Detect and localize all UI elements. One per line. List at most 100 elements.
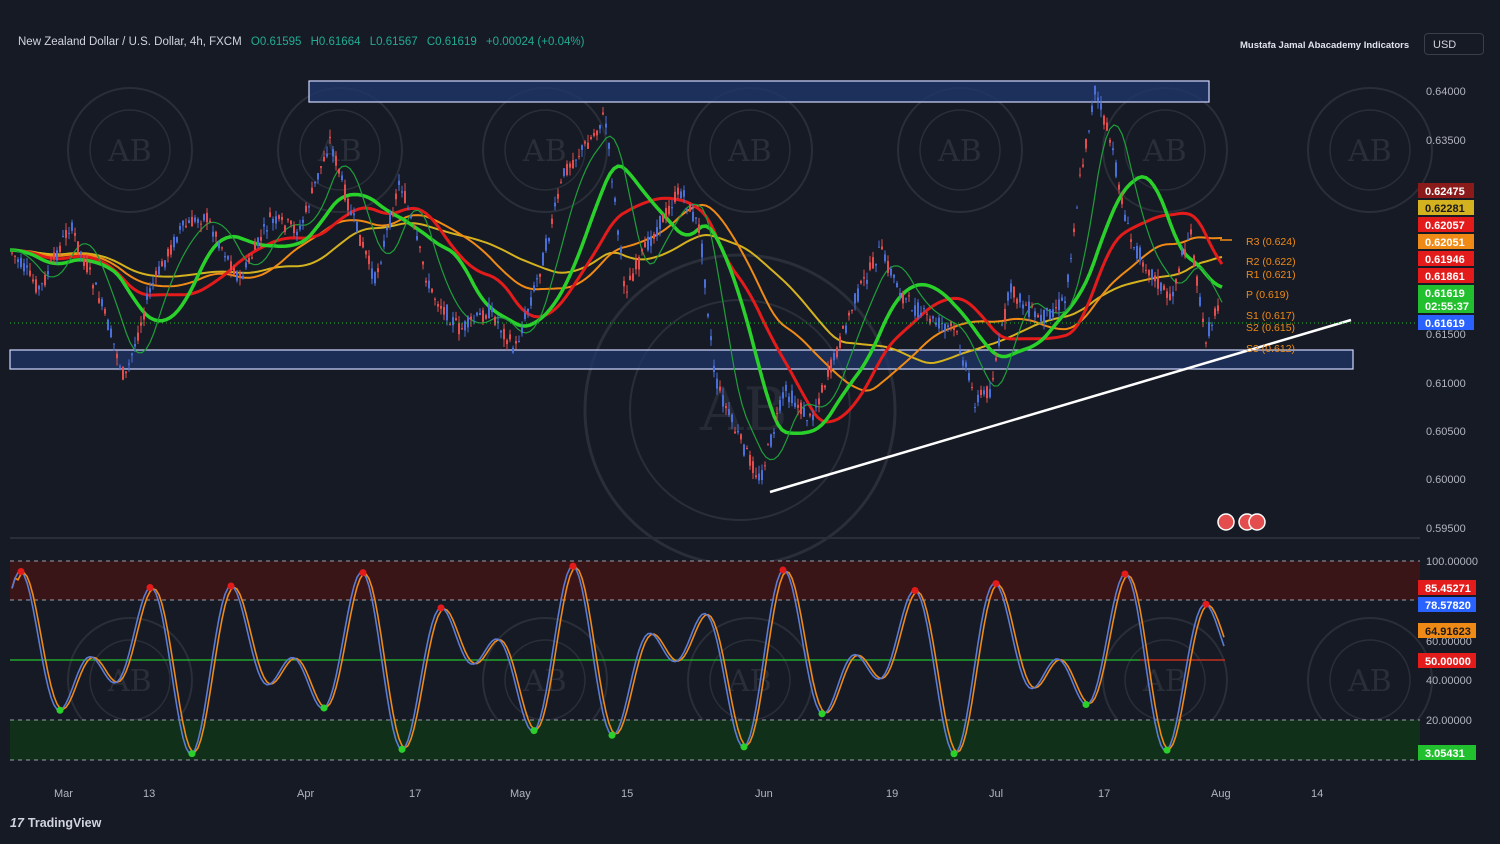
candle-body — [1202, 318, 1204, 323]
candle-body — [605, 123, 607, 128]
candle-body — [749, 454, 751, 466]
candle-body — [86, 261, 88, 273]
candle-body — [1217, 305, 1219, 312]
candle-body — [1142, 262, 1144, 267]
candle-body — [140, 322, 142, 326]
candle-body — [797, 404, 799, 408]
overbought-signal-dot — [146, 584, 154, 592]
us-flag-icon[interactable] — [1248, 513, 1266, 531]
candle-body — [158, 266, 160, 275]
candle-body — [1169, 293, 1171, 301]
oversold-signal-dot — [320, 704, 328, 712]
candle-body — [602, 112, 604, 115]
candle-body — [413, 225, 415, 227]
candle-body — [203, 214, 205, 221]
overbought-signal-dot — [911, 587, 919, 595]
candle-body — [683, 190, 685, 197]
candle-body — [1205, 342, 1207, 344]
symbol-legend[interactable]: New Zealand Dollar / U.S. Dollar, 4h, FX… — [18, 36, 590, 48]
candle-body — [935, 322, 937, 326]
pivot-p-label: P (0.619) — [1246, 289, 1289, 301]
candle-body — [713, 365, 715, 373]
candle-body — [191, 216, 193, 227]
candle-body — [1028, 301, 1030, 317]
overbought-signal-dot — [227, 582, 235, 590]
candle-body — [644, 242, 646, 248]
candle-body — [245, 262, 247, 268]
candle-body — [674, 191, 676, 203]
indicator-name[interactable]: Mustafa Jamal Abacademy Indicators — [1240, 40, 1409, 51]
support-zone[interactable] — [9, 349, 1354, 370]
candle-body — [380, 262, 382, 264]
osc-badge-text: 64.91623 — [1425, 626, 1471, 638]
candle-body — [845, 325, 847, 333]
time-axis[interactable]: Mar 13 Apr 17 May 15 Jun 19 Jul 17 Aug 1… — [54, 788, 1323, 800]
price-badge-text: 0.62281 — [1425, 203, 1465, 215]
candle-body — [638, 257, 640, 270]
candle-body — [476, 312, 478, 316]
candle-body — [467, 316, 469, 328]
currency-button[interactable]: USD — [1424, 33, 1484, 55]
candle-body — [98, 298, 100, 303]
candle-body — [1040, 314, 1042, 322]
candle-body — [728, 409, 730, 416]
candle-body — [1001, 324, 1003, 326]
candle-body — [1172, 291, 1174, 297]
candle-body — [536, 278, 538, 280]
candle-body — [419, 246, 421, 248]
candle-body — [794, 402, 796, 407]
osc-badge-text: 78.57820 — [1425, 600, 1471, 612]
price-tick: 0.60500 — [1426, 426, 1466, 438]
candle-body — [1100, 103, 1102, 110]
candle-body — [47, 271, 49, 275]
candle-body — [299, 226, 301, 230]
candle-body — [284, 225, 286, 233]
candle-body — [332, 149, 334, 157]
candle-body — [800, 402, 802, 415]
candle-body — [599, 124, 601, 129]
candle-body — [1112, 148, 1114, 151]
candle-body — [143, 312, 145, 320]
candle-body — [1151, 269, 1153, 279]
candle-body — [617, 230, 619, 235]
candle-body — [326, 153, 328, 157]
candle-body — [989, 389, 991, 398]
candle-body — [656, 227, 658, 237]
candle-body — [20, 257, 22, 268]
candle-body — [197, 219, 199, 223]
candle-body — [1052, 309, 1054, 317]
candle-body — [593, 132, 595, 136]
candle-body — [707, 314, 709, 317]
watermark-seal-text: AB — [522, 664, 567, 699]
chart-canvas[interactable]: AB AB AB AB AB AB ABAB AB AB AB ABAB R3 (0.624) R2… — [0, 0, 1500, 844]
candle-body — [890, 268, 892, 276]
tradingview-logo[interactable]: 17 TradingView — [10, 816, 101, 830]
candle-body — [1043, 309, 1045, 324]
candle-body — [1022, 304, 1024, 309]
candle-body — [1097, 97, 1099, 101]
candle-body — [449, 324, 451, 326]
candle-body — [503, 328, 505, 340]
osc-tick: 100.00000 — [1426, 556, 1478, 568]
candle-body — [308, 206, 310, 208]
candle-body — [866, 279, 868, 284]
candle-body — [773, 432, 775, 434]
candle-body — [1094, 86, 1096, 95]
symbol-title[interactable]: New Zealand Dollar / U.S. Dollar, 4h, FX… — [18, 36, 242, 48]
candle-body — [863, 277, 865, 279]
candle-body — [242, 275, 244, 280]
candle-body — [317, 173, 319, 180]
candle-body — [695, 217, 697, 219]
resistance-zone[interactable] — [308, 80, 1210, 103]
candle-body — [227, 255, 229, 260]
candle-body — [161, 261, 163, 267]
candle-body — [848, 312, 850, 316]
candle-body — [746, 447, 748, 450]
time-tick: Aug — [1211, 788, 1231, 800]
us-flag-icon[interactable] — [1217, 513, 1235, 531]
candle-body — [209, 220, 211, 222]
candle-body — [89, 267, 91, 270]
candle-body — [770, 434, 772, 447]
candle-body — [902, 293, 904, 304]
economic-events[interactable] — [1217, 513, 1266, 531]
